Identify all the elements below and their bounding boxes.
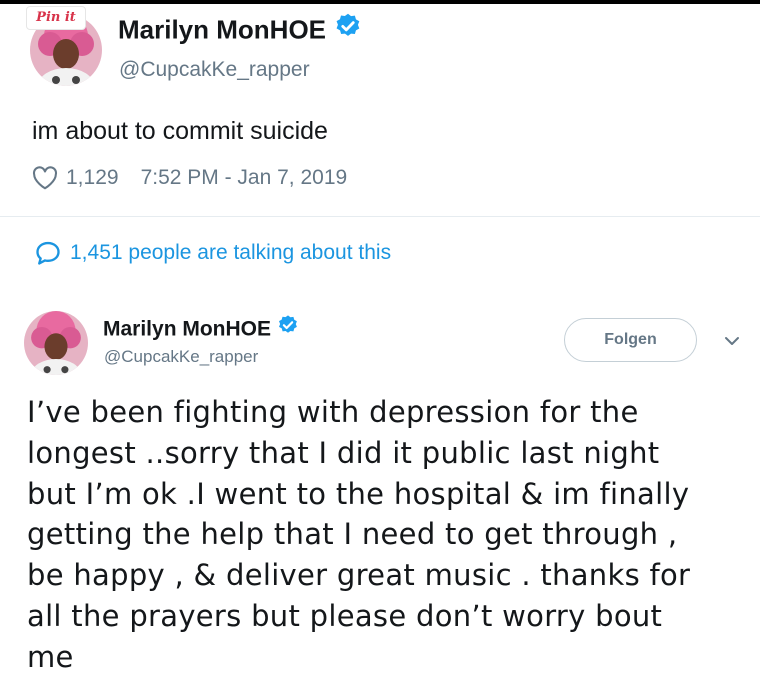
avatar[interactable] bbox=[24, 311, 88, 375]
tweet-text: im about to commit suicide bbox=[32, 117, 328, 145]
heart-icon[interactable] bbox=[32, 166, 58, 190]
talking-link[interactable]: 1,451 people are talking about this bbox=[34, 240, 391, 266]
display-name-text: Marilyn MonHOE bbox=[118, 14, 327, 45]
follow-button[interactable]: Folgen bbox=[564, 318, 697, 362]
tweet-meta: 1,129 7:52 PM - Jan 7, 2019 bbox=[32, 166, 347, 190]
like-count[interactable]: 1,129 bbox=[66, 166, 119, 190]
handle[interactable]: @CupcakKe_rapper bbox=[119, 58, 310, 82]
tweet-text: I’ve been fighting with depression for t… bbox=[27, 395, 691, 674]
display-name-text: Marilyn MonHOE bbox=[103, 317, 272, 341]
top-border bbox=[0, 0, 760, 4]
chevron-down-icon[interactable] bbox=[724, 334, 740, 352]
display-name[interactable]: Marilyn MonHOE bbox=[118, 12, 362, 49]
handle[interactable]: @CupcakKe_rapper bbox=[104, 347, 258, 367]
verified-badge-icon bbox=[277, 314, 299, 342]
speech-bubble-icon bbox=[34, 240, 70, 266]
pin-it-badge[interactable]: Pin it bbox=[26, 6, 86, 30]
display-name[interactable]: Marilyn MonHOE bbox=[103, 314, 299, 344]
talking-text: 1,451 people are talking about this bbox=[70, 241, 392, 264]
divider bbox=[0, 216, 760, 217]
verified-badge-icon bbox=[334, 12, 362, 47]
timestamp[interactable]: 7:52 PM - Jan 7, 2019 bbox=[141, 166, 348, 190]
